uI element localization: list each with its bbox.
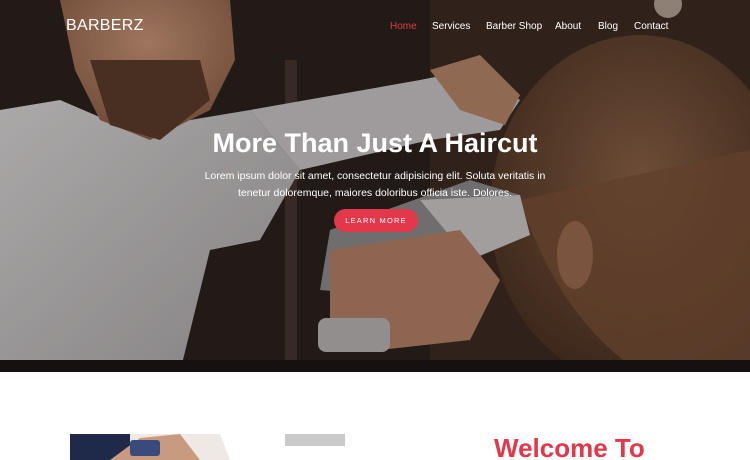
nav-item-services[interactable]: Services <box>432 21 470 32</box>
nav-item-blog[interactable]: Blog <box>598 21 618 32</box>
about-image <box>70 434 367 460</box>
main-nav: Home Services Barber Shop About Blog Con… <box>0 21 750 35</box>
about-photo-illustration <box>70 434 367 460</box>
nav-item-barber-shop[interactable]: Barber Shop <box>486 21 542 32</box>
hero-title: More Than Just A Haircut <box>212 128 538 158</box>
welcome-heading: Welcome To <box>494 433 645 460</box>
hero-subtitle: Lorem ipsum dolor sit amet, consectetur … <box>204 170 546 199</box>
learn-more-button[interactable]: LEARN MORE <box>334 209 418 232</box>
hero-section: BARBERZ Home Services Barber Shop About … <box>0 0 750 372</box>
nav-item-home[interactable]: Home <box>390 21 417 32</box>
nav-item-about[interactable]: About <box>555 21 581 32</box>
nav-item-contact[interactable]: Contact <box>634 21 668 32</box>
